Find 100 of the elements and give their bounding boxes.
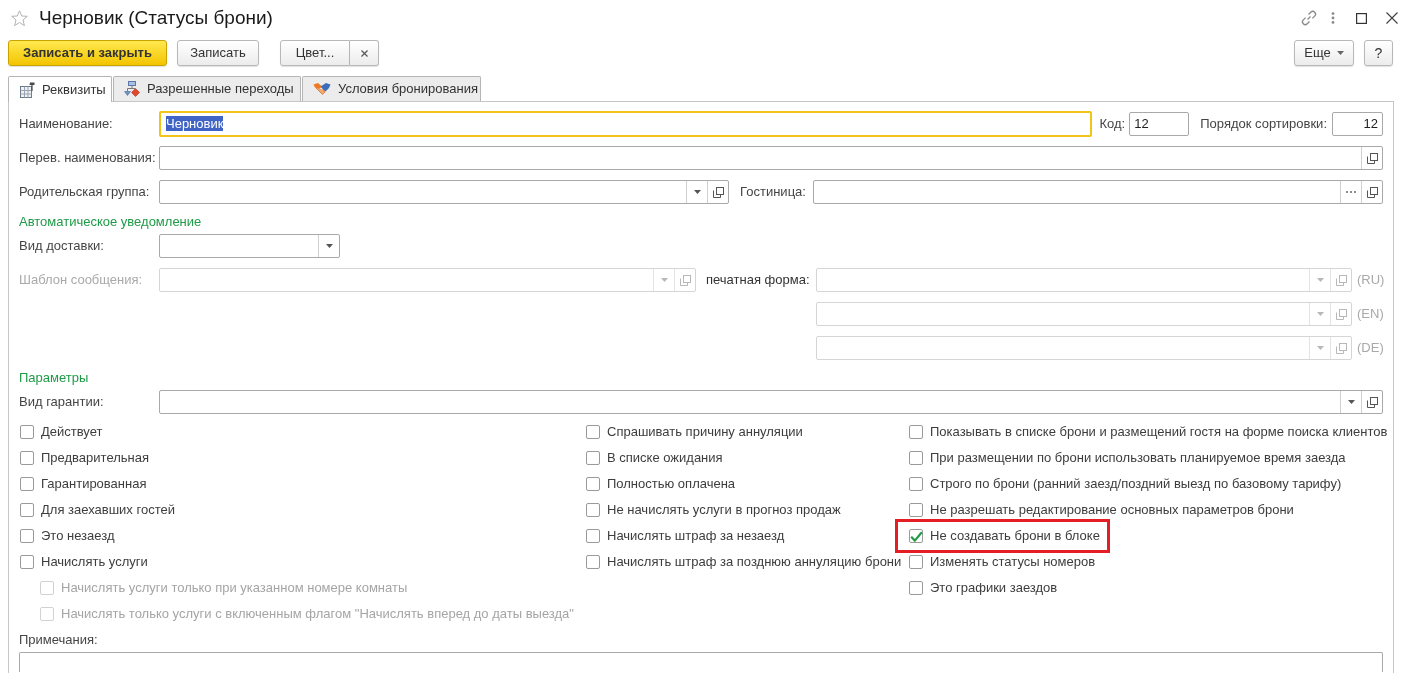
language-code: (EN) [1356,306,1384,322]
checkbox-label: Это незаезд [41,528,115,544]
checkbox-label: Полностью оплачена [607,476,736,492]
checkbox[interactable] [586,451,600,465]
code-field[interactable]: 12 [1129,112,1190,136]
clear-button[interactable] [350,40,379,66]
language-code: (RU) [1356,272,1385,288]
field-label: Вид доставки: [19,238,105,254]
checkbox-label: Действует [41,424,103,440]
clear-icon [360,49,368,57]
handshake-icon [313,82,331,96]
overlap-squares-icon [1335,308,1347,320]
checkbox[interactable] [20,477,34,491]
field-label: Вид гарантии: [19,394,105,410]
checkbox-label: Гарантированная [41,476,147,492]
sort-order-field[interactable]: 12 [1332,112,1383,136]
checkbox[interactable] [909,555,923,569]
checkbox-label: Изменять статусы номеров [930,554,1096,570]
checkbox[interactable] [20,503,34,517]
save-and-close-button[interactable]: Записать и закрыть [8,40,167,66]
text-selection: Черновик [166,116,224,131]
overlap-squares-icon [1366,152,1378,164]
checkbox[interactable] [909,477,923,491]
caret-icon [325,244,333,248]
checkbox-label: Строго по брони (ранний заезд/поздний выезд по базовому тарифу) [930,476,1342,492]
checkbox[interactable] [586,529,600,543]
overlap-squares-icon [1366,186,1378,198]
checkbox[interactable] [586,555,600,569]
caret-icon [1316,278,1324,282]
caret-icon [1347,400,1355,404]
name-field[interactable]: Черновик [159,111,1092,137]
section-heading: Автоматическое уведомление [19,213,202,231]
checkbox-label: Спрашивать причину аннуляции [607,424,803,440]
caret-icon [1316,346,1324,350]
parent-group-field[interactable] [159,180,730,204]
more-button[interactable]: Еще [1294,40,1354,66]
section-heading: Параметры [19,369,89,387]
checkbox[interactable] [909,529,923,543]
checkbox[interactable] [909,581,923,595]
checkmark-icon [909,530,923,542]
guarantee-type-field[interactable] [159,390,1383,414]
translated-name-field[interactable] [159,146,1383,170]
checkbox-label: Начислять только услуги с включенным флагом "Начислять вперед до даты выезда" [61,606,574,622]
field-label: Наименование: [19,116,114,132]
table-icon [19,81,35,98]
maximize-icon[interactable] [1356,12,1367,24]
caret-icon [660,278,668,282]
checkbox[interactable] [20,529,34,543]
checkbox-label: Показывать в списке брони и размещений гостя на форме поиска клиентов [930,424,1388,440]
field-label: Гостиница: [740,184,806,200]
notes-field[interactable] [19,652,1383,672]
delivery-type-field[interactable] [159,234,340,258]
window-title: Черновик (Статусы брони) [39,6,273,30]
checkbox-label: При размещении по брони использовать планируемое время заезда [930,450,1346,466]
checkbox[interactable] [909,503,923,517]
checkbox-label: В списке ожидания [607,450,723,466]
star-icon[interactable] [11,9,28,27]
save-button[interactable]: Записать [177,40,259,66]
checkbox-label: Для заехавших гостей [41,502,175,518]
checkbox[interactable] [20,425,34,439]
checkbox[interactable] [20,451,34,465]
overlap-squares-icon [1335,342,1347,354]
overlap-squares-icon [712,186,724,198]
checkbox-label: Начислять штраф за позднюю аннуляцию брони [607,554,902,570]
checkbox-label: Начислять штраф за незаезд [607,528,785,544]
color-picker-button[interactable]: Цвет... [280,40,350,66]
checkbox-label: Начислять услуги [41,554,148,570]
checkbox-label: Предварительная [41,450,149,466]
caret-icon [1316,312,1324,316]
link-icon[interactable] [1300,9,1318,27]
checkbox[interactable] [586,503,600,517]
close-icon[interactable] [1386,12,1398,24]
checkbox-label: Не разрешать редактирование основных параметров брони [930,502,1294,518]
field-label: Перев. наименования: [19,150,157,166]
tab[interactable]: Разрешенные переходы [113,76,301,101]
field-label: Код: [1099,116,1126,132]
overlap-squares-icon [679,274,691,286]
checkbox[interactable] [909,451,923,465]
more-icon[interactable] [1331,12,1335,24]
tab[interactable]: Реквизиты [8,76,112,102]
checkbox-label: Не начислять услуги в прогноз продаж [607,502,841,518]
overlap-squares-icon [1335,274,1347,286]
caret-icon [693,190,701,194]
language-code: (DE) [1356,340,1384,356]
caret-icon [1336,51,1344,55]
checkbox-label: Начислять услуги только при указанном номере комнаты [61,580,408,596]
field-label: Порядок сортировки: [1200,116,1327,132]
checkbox[interactable] [909,425,923,439]
field-label: печатная форма: [705,272,810,288]
hotel-field[interactable] [812,180,1383,204]
checkbox[interactable] [20,555,34,569]
checkbox[interactable] [586,425,600,439]
tab[interactable]: Условия бронирования [302,76,481,101]
checkbox[interactable] [586,477,600,491]
help-button[interactable]: ? [1364,40,1393,66]
field-label: Родительская группа: [19,184,151,200]
overlap-squares-icon [1366,396,1378,408]
checkbox-label: Не создавать брони в блоке [930,528,1100,544]
field-label: Примечания: [19,631,98,649]
flowchart-icon [124,81,140,97]
